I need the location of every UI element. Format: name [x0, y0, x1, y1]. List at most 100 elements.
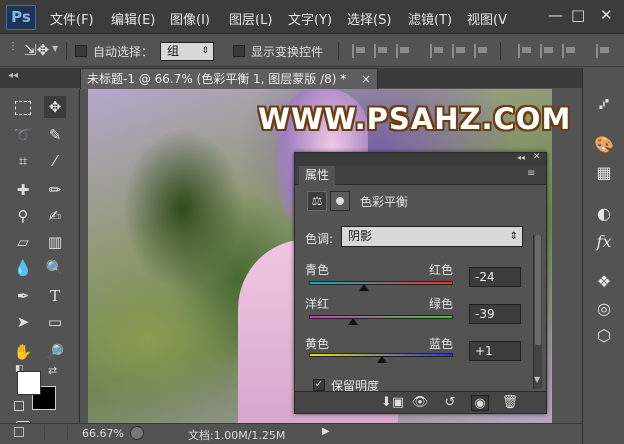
brush-tool-icon[interactable]: ✏: [44, 179, 66, 201]
collapse-toolbox-icon[interactable]: ◂◂: [8, 70, 18, 81]
align-hcenter-icon[interactable]: [452, 44, 466, 58]
menu-view[interactable]: 视图(V: [467, 9, 507, 28]
panel-close-icon[interactable]: ✕: [533, 152, 541, 162]
healing-brush-tool-icon[interactable]: ✚: [12, 179, 34, 201]
options-bar: ⋮ ⇲✥ ▼ 自动选择： 组 ⇕ 显示变换控件: [0, 35, 624, 67]
magenta-green-slider-thumb[interactable]: [347, 318, 358, 325]
green-label: 绿色: [429, 297, 454, 311]
magenta-green-value[interactable]: -39: [469, 304, 521, 324]
crop-tool-icon[interactable]: ⌗: [12, 150, 34, 172]
zoom-level[interactable]: 66.67%: [82, 427, 124, 440]
rectangle-tool-icon[interactable]: ▭: [44, 311, 66, 333]
zoom-tool-icon[interactable]: 🔎: [44, 341, 66, 363]
lasso-tool-icon[interactable]: ➰: [12, 124, 34, 146]
marquee-tool-icon[interactable]: [15, 101, 31, 115]
toggle-visibility-icon[interactable]: ◉: [471, 395, 489, 411]
panel-collapse-icon[interactable]: ◂◂: [517, 153, 525, 162]
menu-bar: Ps 文件(F) 编辑(E) 图像(I) 图层(L) 文字(Y) 选择(S) 滤…: [0, 0, 624, 34]
align-top-icon[interactable]: [352, 44, 366, 58]
panel-menu-icon[interactable]: ≡: [527, 168, 535, 179]
menu-select[interactable]: 选择(S): [347, 9, 391, 28]
document-size: 文档:1.00M/1.25M: [188, 429, 286, 442]
adjustments-icon[interactable]: ◐: [591, 203, 617, 225]
distribute-left-icon[interactable]: [596, 44, 610, 58]
distribute-vcenter-icon[interactable]: [540, 44, 554, 58]
menu-image[interactable]: 图像(I): [170, 9, 210, 28]
move-tool-icon[interactable]: ✥: [44, 96, 66, 118]
balance-scale-icon[interactable]: ⚖: [307, 191, 327, 211]
channels-icon[interactable]: ◎: [591, 298, 617, 320]
scrollbar-thumb[interactable]: [535, 235, 541, 345]
paths-icon[interactable]: ⬡: [591, 325, 617, 347]
status-screen-icon[interactable]: [14, 427, 24, 437]
align-bottom-icon[interactable]: [396, 44, 410, 58]
tab-close-icon[interactable]: ×: [361, 69, 371, 89]
pen-tool-icon[interactable]: ✒: [12, 285, 34, 307]
swap-colors-icon[interactable]: ⇄: [48, 364, 57, 377]
blur-tool-icon[interactable]: 💧: [12, 257, 34, 279]
blue-label: 蓝色: [429, 337, 454, 351]
delete-icon[interactable]: 🗑: [501, 395, 519, 411]
view-previous-state-icon[interactable]: 👁: [411, 395, 429, 411]
hand-tool-icon[interactable]: ✋: [12, 341, 34, 363]
status-options-icon[interactable]: [130, 426, 144, 440]
quick-mask-icon[interactable]: [14, 401, 24, 411]
styles-icon[interactable]: fx: [591, 231, 617, 253]
eyedropper-tool-icon[interactable]: ⁄: [44, 150, 66, 172]
foreground-color-swatch[interactable]: [17, 371, 41, 395]
auto-select-value: 组: [167, 44, 180, 58]
auto-select-dropdown[interactable]: 组 ⇕: [160, 42, 214, 61]
path-selection-tool-icon[interactable]: ➤: [12, 311, 34, 333]
cyan-red-slider-thumb[interactable]: [358, 284, 369, 291]
toolbox: ✥ ➰ ✎ ⌗ ⁄ ✚ ✏ ⚲ ✍ ▱ ▥ 💧 🔍 ✒ T ➤ ▭ ✋ 🔎 ◧ …: [0, 89, 80, 444]
type-tool-icon[interactable]: T: [44, 285, 66, 307]
distribute-top-icon[interactable]: [518, 44, 532, 58]
auto-select-checkbox[interactable]: [75, 45, 87, 57]
divider: [66, 42, 67, 60]
watermark: WWW.PSAHZ.COM: [258, 102, 572, 136]
menu-file[interactable]: 文件(F): [50, 9, 94, 28]
magenta-green-slider[interactable]: [309, 315, 453, 319]
move-tool-preset-icon[interactable]: ⇲✥: [24, 41, 49, 59]
panel-scrollbar[interactable]: ▼: [533, 235, 542, 389]
close-button[interactable]: ✕: [600, 6, 613, 24]
cyan-red-slider[interactable]: [309, 281, 453, 285]
restore-button[interactable]: □: [571, 6, 585, 24]
align-left-icon[interactable]: [430, 44, 444, 58]
menu-layer[interactable]: 图层(L): [229, 9, 272, 28]
minimize-button[interactable]: —: [548, 6, 563, 24]
distribute-bottom-icon[interactable]: [562, 44, 576, 58]
cyan-red-value[interactable]: -24: [469, 267, 521, 287]
menu-type[interactable]: 文字(Y): [288, 9, 332, 28]
status-nav-divider: [44, 425, 68, 440]
tab-properties[interactable]: 属性: [299, 166, 336, 185]
layer-mask-icon[interactable]: [330, 191, 350, 211]
menu-edit[interactable]: 编辑(E): [111, 9, 155, 28]
history-brush-tool-icon[interactable]: ✍: [44, 205, 66, 227]
tone-value: 阴影: [348, 229, 373, 243]
show-transform-checkbox[interactable]: [233, 45, 245, 57]
document-tab[interactable]: 未标题-1 @ 66.7% (色彩平衡 1, 图层蒙版 /8) * ×: [80, 68, 378, 89]
gradient-tool-icon[interactable]: ▥: [44, 231, 66, 253]
clone-stamp-tool-icon[interactable]: ⚲: [12, 205, 34, 227]
eraser-tool-icon[interactable]: ▱: [12, 231, 34, 253]
tone-dropdown[interactable]: 阴影 ⇕: [341, 226, 523, 247]
scroll-down-icon[interactable]: ▼: [534, 375, 540, 384]
preserve-luminosity-checkbox[interactable]: ✓: [313, 379, 325, 391]
panel-footer: ⬇▣ 👁 ↺ ◉ 🗑: [295, 391, 546, 413]
menu-filter[interactable]: 滤镜(T): [408, 9, 452, 28]
dodge-tool-icon[interactable]: 🔍: [44, 257, 66, 279]
clip-to-layer-icon[interactable]: ⬇▣: [381, 395, 404, 411]
swatches-icon[interactable]: 🎨: [591, 134, 617, 156]
status-menu-arrow-icon[interactable]: ▶: [322, 426, 330, 437]
layers-icon[interactable]: ❖: [591, 271, 617, 293]
quick-selection-tool-icon[interactable]: ✎: [44, 124, 66, 146]
align-vcenter-icon[interactable]: [374, 44, 388, 58]
chevron-down-icon[interactable]: ▼: [52, 44, 58, 53]
grid-icon[interactable]: ▦: [591, 162, 617, 184]
align-right-icon[interactable]: [474, 44, 488, 58]
yellow-blue-slider-thumb[interactable]: [376, 356, 387, 363]
reset-icon[interactable]: ↺: [441, 395, 459, 411]
yellow-blue-value[interactable]: +1: [469, 341, 521, 361]
history-icon[interactable]: ⑇: [591, 93, 617, 115]
